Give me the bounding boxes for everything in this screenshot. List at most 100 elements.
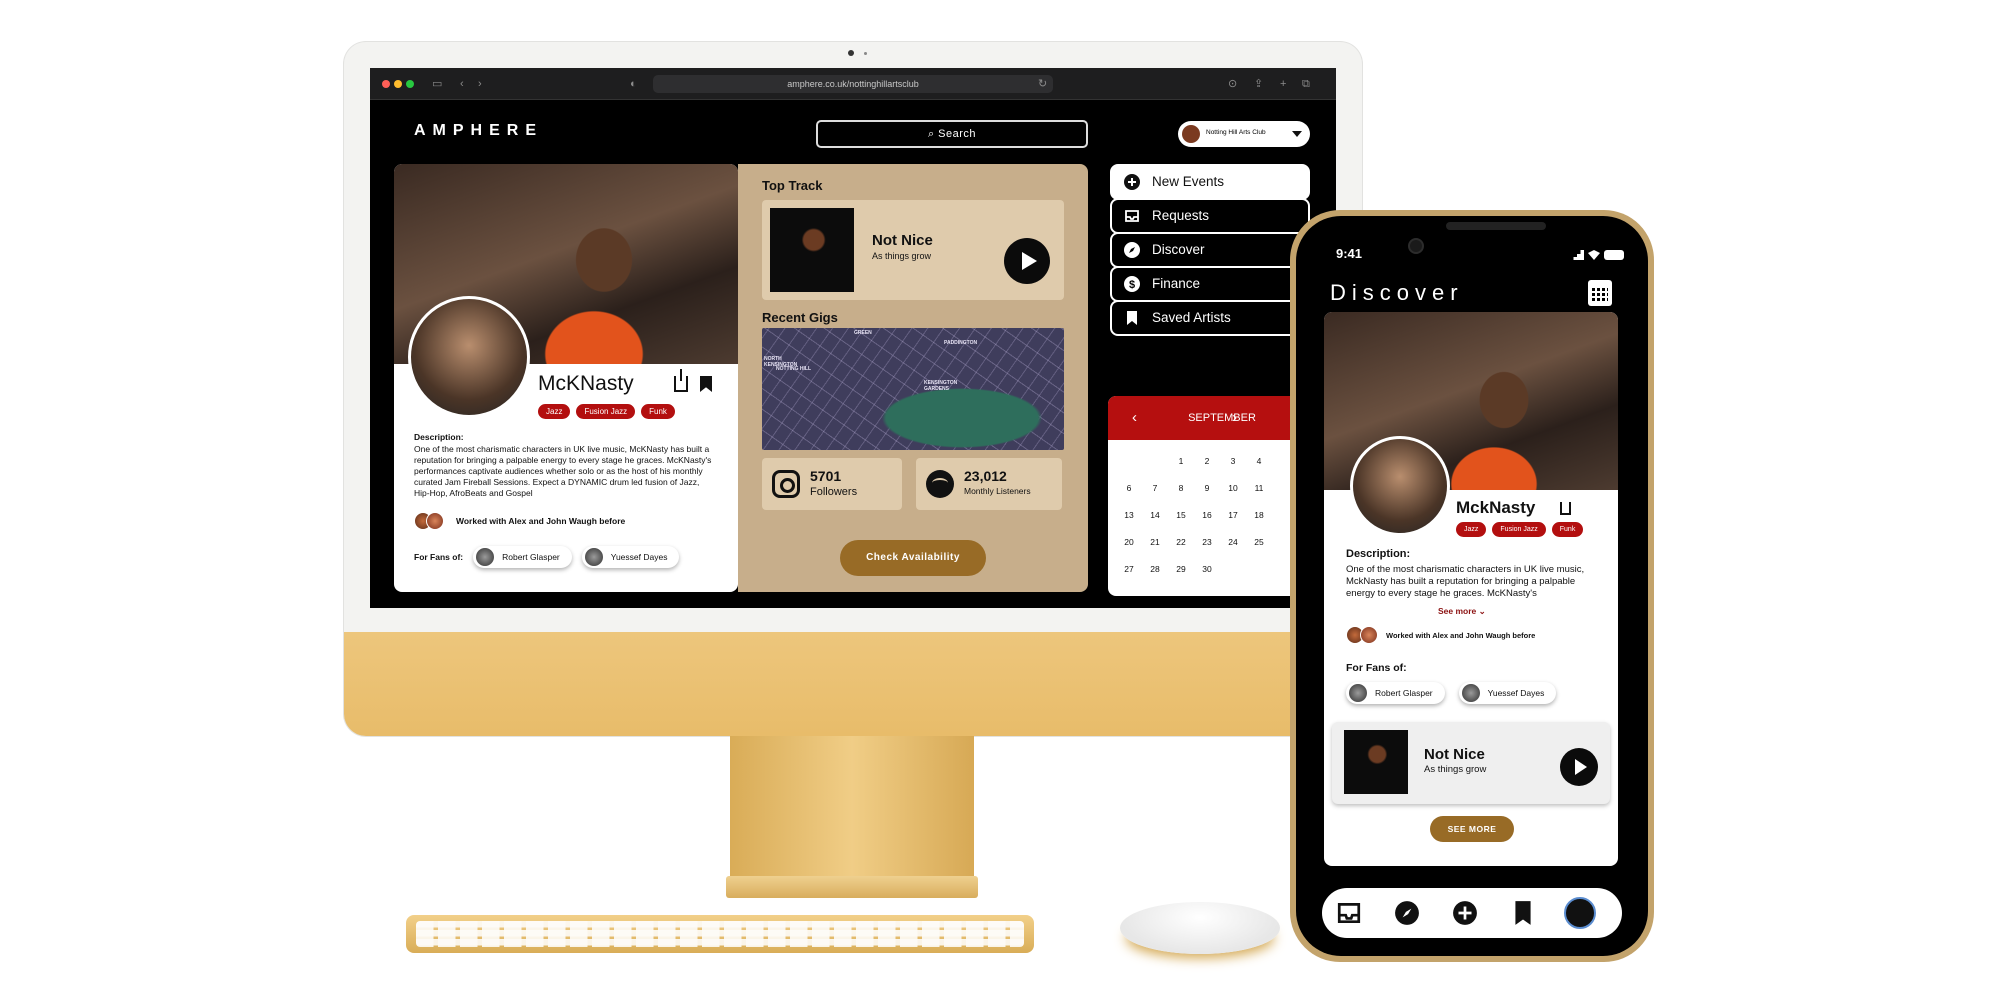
- calendar-day[interactable]: 11: [1246, 483, 1272, 493]
- genre-tag[interactable]: Funk: [641, 404, 675, 419]
- similar-artist-chip[interactable]: Yuessef Dayes: [581, 546, 680, 568]
- nav-finance[interactable]: $ Finance: [1110, 266, 1310, 302]
- similar-artist-avatar: [1349, 684, 1367, 702]
- inbox-icon: [1125, 210, 1139, 222]
- calendar-day[interactable]: 15: [1168, 510, 1194, 520]
- compass-icon[interactable]: [1394, 900, 1420, 926]
- top-track-card: Not Nice As things grow: [762, 200, 1064, 300]
- genre-tag[interactable]: Funk: [1551, 522, 1584, 537]
- search-input[interactable]: ⌕ Search: [816, 120, 1088, 148]
- plus-circle-icon[interactable]: [1452, 900, 1478, 926]
- camera-icon: [848, 50, 854, 56]
- calendar-day[interactable]: 1: [1168, 456, 1194, 466]
- calendar-day[interactable]: 2: [1194, 456, 1220, 466]
- url-text: amphere.co.uk/nottinghillartsclub: [787, 79, 919, 89]
- download-icon[interactable]: ⊙: [1228, 77, 1237, 91]
- calendar-day[interactable]: 18: [1246, 510, 1272, 520]
- album-cover: [1344, 730, 1408, 794]
- calendar-day[interactable]: 23: [1194, 537, 1220, 547]
- nav-discover[interactable]: Discover: [1110, 232, 1310, 268]
- minimize-window-button[interactable]: [394, 80, 402, 88]
- reload-icon[interactable]: ↻: [1038, 77, 1047, 91]
- account-switcher[interactable]: Notting Hill Arts Club: [1178, 121, 1310, 147]
- calendar-day[interactable]: 17: [1220, 510, 1246, 520]
- fans-of-row: Robert Glasper Yuessef Dayes: [1346, 682, 1557, 704]
- play-button[interactable]: [1560, 748, 1598, 786]
- calendar-day[interactable]: 13: [1116, 510, 1142, 520]
- chevron-left-icon[interactable]: ‹: [1132, 396, 1137, 440]
- calendar-day[interactable]: 6: [1116, 483, 1142, 493]
- calendar-month: SEPTEMBER: [1188, 412, 1256, 424]
- similar-artist-avatar: [1461, 684, 1480, 702]
- instagram-icon: [772, 470, 800, 498]
- calendar-day[interactable]: 29: [1168, 564, 1194, 574]
- calendar-day[interactable]: 10: [1220, 483, 1246, 493]
- nav-new-events[interactable]: New Events: [1110, 164, 1310, 200]
- bookmark-icon[interactable]: [700, 376, 712, 392]
- nav-label: Finance: [1152, 276, 1201, 291]
- bookmark-icon[interactable]: [1510, 900, 1536, 926]
- calendar-day[interactable]: 25: [1246, 537, 1272, 547]
- genre-tag[interactable]: Fusion Jazz: [1492, 522, 1546, 537]
- inbox-icon[interactable]: [1336, 900, 1362, 926]
- forward-icon[interactable]: ›: [478, 77, 482, 91]
- collaborator-avatar: [1360, 626, 1378, 644]
- see-more-button[interactable]: SEE MORE: [1430, 816, 1514, 842]
- calendar-day[interactable]: 3: [1220, 456, 1246, 466]
- check-availability-button[interactable]: Check Availability: [840, 540, 986, 576]
- calendar-day[interactable]: 30: [1194, 564, 1220, 574]
- genre-tag[interactable]: Jazz: [1456, 522, 1487, 537]
- calendar-day[interactable]: 24: [1220, 537, 1246, 547]
- calendar-day[interactable]: 20: [1116, 537, 1142, 547]
- worked-with-row: Worked with Alex and John Waugh before: [1346, 626, 1535, 644]
- calendar-day[interactable]: 27: [1116, 564, 1142, 574]
- signal-icon: [1570, 250, 1584, 260]
- calendar-icon[interactable]: [1588, 280, 1612, 306]
- similar-artist-avatar: [476, 548, 495, 566]
- genre-tag[interactable]: Jazz: [538, 404, 571, 419]
- new-tab-icon[interactable]: +: [1280, 77, 1286, 91]
- play-button[interactable]: [1004, 238, 1050, 284]
- profile-avatar[interactable]: [1564, 897, 1596, 929]
- sidebar-icon[interactable]: ▭: [432, 77, 442, 91]
- nav-saved-artists[interactable]: Saved Artists: [1110, 300, 1310, 336]
- brand-logo[interactable]: AMPHERE: [414, 122, 543, 140]
- artist-card: MckNasty Jazz Fusion Jazz Funk Descripti…: [1324, 312, 1618, 866]
- description-label: Description:: [1346, 548, 1411, 560]
- similar-artist-chip[interactable]: Robert Glasper: [473, 546, 572, 568]
- calendar-day[interactable]: 9: [1194, 483, 1220, 493]
- see-more-link[interactable]: See more ⌄: [1434, 606, 1490, 617]
- calendar-day[interactable]: 7: [1142, 483, 1168, 493]
- instagram-count: 5701: [810, 468, 842, 484]
- close-window-button[interactable]: [382, 80, 390, 88]
- calendar-day[interactable]: 28: [1142, 564, 1168, 574]
- nav-label: New Events: [1152, 174, 1225, 189]
- gigs-map[interactable]: GREEN PADDINGTON NORTH KENSINGTON NOTTIN…: [762, 328, 1064, 450]
- tab-overview-icon[interactable]: ⧉: [1302, 77, 1310, 91]
- calendar-day[interactable]: 21: [1142, 537, 1168, 547]
- map-label: NOTTING HILL: [776, 366, 811, 372]
- share-icon[interactable]: [674, 369, 688, 392]
- search-icon: ⌕: [927, 128, 939, 140]
- nav-requests[interactable]: Requests: [1110, 198, 1310, 234]
- similar-artist-chip[interactable]: Yuessef Dayes: [1458, 682, 1557, 704]
- back-icon[interactable]: ‹: [460, 77, 464, 91]
- calendar-day[interactable]: 4: [1246, 456, 1272, 466]
- calendar-day[interactable]: 14: [1142, 510, 1168, 520]
- share-icon[interactable]: ⇪: [1254, 77, 1263, 91]
- calendar-day[interactable]: 16: [1194, 510, 1220, 520]
- search-placeholder: Search: [938, 128, 977, 140]
- spotify-count: 23,012: [964, 468, 1007, 484]
- calendar-day[interactable]: 8: [1168, 483, 1194, 493]
- artist-description: One of the most charismatic characters i…: [1346, 564, 1585, 599]
- calendar-day[interactable]: 22: [1168, 537, 1194, 547]
- share-icon[interactable]: [1560, 502, 1571, 515]
- similar-artist-chip[interactable]: Robert Glasper: [1346, 682, 1445, 704]
- genre-tag[interactable]: Fusion Jazz: [576, 404, 636, 419]
- zoom-window-button[interactable]: [406, 80, 414, 88]
- chevron-right-icon[interactable]: ›: [1232, 396, 1237, 440]
- genre-tags: Jazz Fusion Jazz Funk: [1456, 522, 1584, 537]
- address-bar[interactable]: amphere.co.uk/nottinghillartsclub: [653, 75, 1053, 93]
- front-camera: [1408, 238, 1424, 254]
- privacy-shield-icon[interactable]: ◐: [630, 77, 637, 91]
